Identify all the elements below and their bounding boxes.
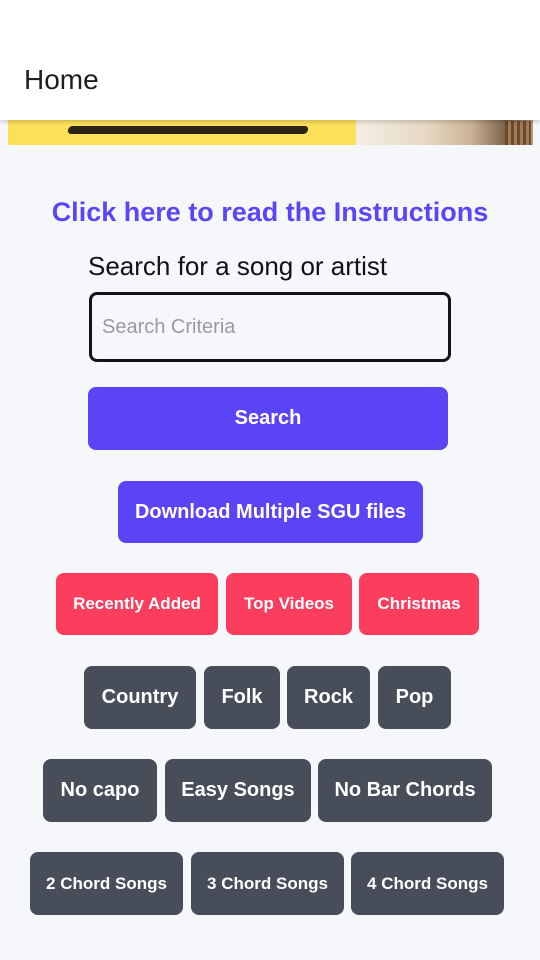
- country-button[interactable]: Country: [84, 666, 196, 729]
- search-label: Search for a song or artist: [88, 251, 388, 281]
- guitar-image: [505, 121, 531, 145]
- home-screen: Home Click here to read the Instructions…: [0, 0, 540, 960]
- no-bar-chords-button[interactable]: No Bar Chords: [318, 759, 492, 822]
- folk-button[interactable]: Folk: [204, 666, 280, 729]
- christmas-button[interactable]: Christmas: [359, 573, 479, 635]
- search-input[interactable]: [89, 292, 451, 362]
- search-button[interactable]: Search: [88, 387, 448, 450]
- banner-logo: [67, 126, 309, 134]
- download-sgu-button[interactable]: Download Multiple SGU files: [118, 481, 423, 543]
- app-bar: Home: [0, 0, 540, 120]
- pop-button[interactable]: Pop: [378, 666, 451, 729]
- four-chord-songs-button[interactable]: 4 Chord Songs: [351, 852, 504, 915]
- no-capo-button[interactable]: No capo: [43, 759, 157, 822]
- page-title: Home: [24, 64, 99, 95]
- three-chord-songs-button[interactable]: 3 Chord Songs: [191, 852, 344, 915]
- instructions-link[interactable]: Click here to read the Instructions: [0, 194, 540, 230]
- recently-added-button[interactable]: Recently Added: [56, 573, 218, 635]
- top-videos-button[interactable]: Top Videos: [226, 573, 352, 635]
- easy-songs-button[interactable]: Easy Songs: [165, 759, 311, 822]
- two-chord-songs-button[interactable]: 2 Chord Songs: [30, 852, 183, 915]
- rock-button[interactable]: Rock: [287, 666, 370, 729]
